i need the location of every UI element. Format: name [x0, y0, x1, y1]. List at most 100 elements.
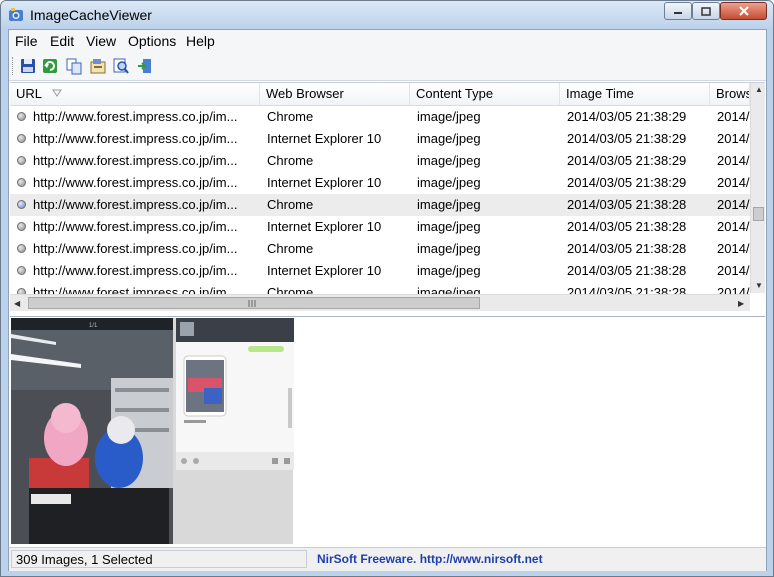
column-header-content-type[interactable]: Content Type	[410, 83, 560, 105]
cell-image-time: 2014/03/05 21:38:28	[567, 197, 687, 212]
column-header-url[interactable]: URL	[10, 83, 260, 105]
cell-content-type: image/jpeg	[417, 175, 481, 190]
preview-counter: 1/1	[89, 323, 98, 329]
menu-view[interactable]: View	[86, 33, 116, 49]
column-header-image-time[interactable]: Image Time	[560, 83, 710, 105]
cell-content-type: image/jpeg	[417, 109, 481, 124]
app-icon	[9, 8, 23, 21]
table-row[interactable]: http://www.forest.impress.co.jp/im... Chr…	[10, 106, 750, 128]
cell-image-time: 2014/03/05 21:38:28	[567, 263, 687, 278]
cell-content-type: image/jpeg	[417, 241, 481, 256]
table-row[interactable]: http://www.forest.impress.co.jp/im... Chr…	[10, 238, 750, 260]
toolbar-grip[interactable]	[12, 57, 15, 75]
row-status-icon	[17, 200, 26, 209]
table-row[interactable]: http://www.forest.impress.co.jp/im... Chr…	[10, 194, 750, 216]
toolbar	[9, 52, 766, 81]
cell-browser-time: 2014/	[717, 241, 750, 256]
cell-browser-time: 2014/	[717, 131, 750, 146]
row-status-icon	[17, 244, 26, 253]
cell-image-time: 2014/03/05 21:38:29	[567, 175, 687, 190]
image-preview-pane: 1/1	[10, 316, 765, 545]
menu-bar: File Edit View Options Help	[9, 30, 766, 52]
table-row[interactable]: http://www.forest.impress.co.jp/im... Int…	[10, 128, 750, 150]
cell-web-browser: Internet Explorer 10	[267, 219, 382, 234]
scroll-left-icon[interactable]: ◀	[14, 299, 20, 308]
cell-url: http://www.forest.impress.co.jp/im...	[33, 131, 238, 146]
status-bar: 309 Images, 1 Selected NirSoft Freeware.…	[9, 547, 766, 571]
maximize-button[interactable]	[692, 2, 720, 20]
preview-chat-screenshot	[176, 318, 294, 470]
cell-content-type: image/jpeg	[417, 131, 481, 146]
scroll-right-icon[interactable]: ▶	[738, 299, 744, 308]
row-status-icon	[17, 266, 26, 275]
cell-browser-time: 2014/	[717, 153, 750, 168]
cell-browser-time: 2014/	[717, 219, 750, 234]
cell-url: http://www.forest.impress.co.jp/im...	[33, 263, 238, 278]
client-area: File Edit View Options Help URL Web Brow…	[8, 29, 767, 571]
find-icon[interactable]	[112, 57, 130, 75]
exit-icon[interactable]	[136, 57, 154, 75]
refresh-icon[interactable]	[41, 57, 59, 75]
cell-url: http://www.forest.impress.co.jp/im...	[33, 197, 238, 212]
cell-image-time: 2014/03/05 21:38:29	[567, 153, 687, 168]
cell-image-time: 2014/03/05 21:38:28	[567, 219, 687, 234]
horizontal-scroll-thumb[interactable]	[28, 297, 480, 309]
image-list[interactable]: URL Web Browser Content Type Image Time …	[10, 82, 765, 311]
maximize-icon	[701, 6, 711, 16]
copy-icon[interactable]	[65, 57, 83, 75]
cell-web-browser: Chrome	[267, 153, 314, 168]
cell-browser-time: 2014/	[717, 175, 750, 190]
cell-url: http://www.forest.impress.co.jp/im...	[33, 153, 238, 168]
table-row[interactable]: http://www.forest.impress.co.jp/im... Int…	[10, 260, 750, 282]
menu-edit[interactable]: Edit	[50, 33, 74, 49]
title-bar[interactable]: ImageCacheViewer	[1, 1, 773, 29]
table-row[interactable]: http://www.forest.impress.co.jp/im... Chr…	[10, 150, 750, 172]
column-header-web-browser[interactable]: Web Browser	[260, 83, 410, 105]
preview-photo: 1/1	[11, 318, 173, 544]
close-icon	[738, 6, 749, 16]
close-button[interactable]	[720, 2, 767, 20]
menu-help[interactable]: Help	[186, 33, 215, 49]
cell-content-type: image/jpeg	[417, 263, 481, 278]
cell-web-browser: Chrome	[267, 197, 314, 212]
cell-web-browser: Chrome	[267, 241, 314, 256]
main-window: ImageCacheViewer File Edit View Options …	[0, 0, 774, 577]
cell-image-time: 2014/03/05 21:38:29	[567, 131, 687, 146]
cell-web-browser: Chrome	[267, 109, 314, 124]
cell-url: http://www.forest.impress.co.jp/im...	[33, 175, 238, 190]
table-row[interactable]: http://www.forest.impress.co.jp/im... Int…	[10, 216, 750, 238]
table-row[interactable]: http://www.forest.impress.co.jp/im... Int…	[10, 172, 750, 194]
cell-web-browser: Internet Explorer 10	[267, 263, 382, 278]
cell-browser-time: 2014/	[717, 263, 750, 278]
row-status-icon	[17, 134, 26, 143]
window-title: ImageCacheViewer	[30, 7, 152, 23]
row-status-icon	[17, 112, 26, 121]
save-icon[interactable]	[19, 57, 37, 75]
cell-content-type: image/jpeg	[417, 153, 481, 168]
cell-url: http://www.forest.impress.co.jp/im...	[33, 241, 238, 256]
cell-web-browser: Internet Explorer 10	[267, 131, 382, 146]
properties-icon[interactable]	[89, 57, 107, 75]
horizontal-scrollbar[interactable]: ◀ ▶	[10, 294, 750, 311]
scroll-grip-icon	[248, 300, 256, 307]
status-selection-count: 309 Images, 1 Selected	[11, 550, 307, 568]
cell-url: http://www.forest.impress.co.jp/im...	[33, 109, 238, 124]
cell-image-time: 2014/03/05 21:38:28	[567, 241, 687, 256]
column-header-label: URL	[16, 86, 43, 101]
cell-content-type: image/jpeg	[417, 197, 481, 212]
minimize-button[interactable]	[664, 2, 692, 20]
scroll-down-icon[interactable]: ▼	[755, 281, 763, 290]
menu-options[interactable]: Options	[128, 33, 176, 49]
cell-browser-time: 2014/	[717, 109, 750, 124]
cell-url: http://www.forest.impress.co.jp/im...	[33, 219, 238, 234]
vertical-scroll-thumb[interactable]	[753, 207, 764, 221]
scroll-up-icon[interactable]: ▲	[755, 85, 763, 94]
list-header: URL Web Browser Content Type Image Time …	[10, 83, 750, 106]
column-header-browser-time[interactable]: Brows	[710, 83, 750, 105]
cell-image-time: 2014/03/05 21:38:29	[567, 109, 687, 124]
nirsoft-link[interactable]: NirSoft Freeware. http://www.nirsoft.net	[309, 550, 764, 568]
row-status-icon	[17, 178, 26, 187]
vertical-scrollbar[interactable]: ▲ ▼	[750, 83, 765, 293]
menu-file[interactable]: File	[15, 33, 38, 49]
row-status-icon	[17, 222, 26, 231]
